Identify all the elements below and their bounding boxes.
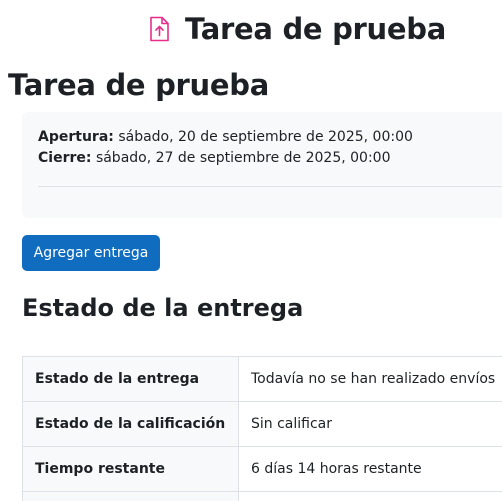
row-value: 6 días 14 horas restante bbox=[238, 446, 502, 492]
submission-status-table: Estado de la entrega Todavía no se han r… bbox=[22, 356, 502, 501]
assignment-upload-icon bbox=[147, 15, 171, 43]
row-value bbox=[238, 491, 502, 501]
open-date-label: Apertura: bbox=[38, 129, 114, 145]
row-label bbox=[22, 491, 239, 501]
row-value: Sin calificar bbox=[238, 401, 502, 447]
close-date-label: Cierre: bbox=[38, 150, 92, 166]
row-label: Estado de la entrega bbox=[22, 356, 239, 402]
table-row: Estado de la calificación Sin calificar bbox=[22, 401, 502, 447]
table-row bbox=[22, 491, 502, 501]
close-date: Cierre: sábado, 27 de septiembre de 2025… bbox=[38, 150, 391, 166]
table-row: Tiempo restante 6 días 14 horas restante bbox=[22, 446, 502, 492]
close-date-value: sábado, 27 de septiembre de 2025, 00:00 bbox=[95, 150, 391, 166]
row-value: Todavía no se han realizado envíos bbox=[238, 356, 502, 402]
table-row: Estado de la entrega Todavía no se han r… bbox=[22, 356, 502, 402]
open-date: Apertura: sábado, 20 de septiembre de 20… bbox=[38, 129, 413, 145]
assignment-page: Tarea de prueba Tarea de prueba Apertura… bbox=[0, 0, 502, 501]
open-date-value: sábado, 20 de septiembre de 2025, 00:00 bbox=[118, 129, 413, 145]
row-label: Tiempo restante bbox=[22, 446, 239, 492]
add-submission-button[interactable]: Agregar entrega bbox=[22, 235, 160, 271]
activity-dates: Apertura: sábado, 20 de septiembre de 20… bbox=[22, 112, 502, 218]
activity-title: Tarea de prueba bbox=[185, 12, 446, 46]
activity-header: Tarea de prueba bbox=[147, 12, 446, 46]
divider bbox=[38, 186, 502, 187]
page-title: Tarea de prueba bbox=[8, 68, 269, 102]
submission-status-heading: Estado de la entrega bbox=[22, 294, 304, 322]
row-label: Estado de la calificación bbox=[22, 401, 239, 447]
